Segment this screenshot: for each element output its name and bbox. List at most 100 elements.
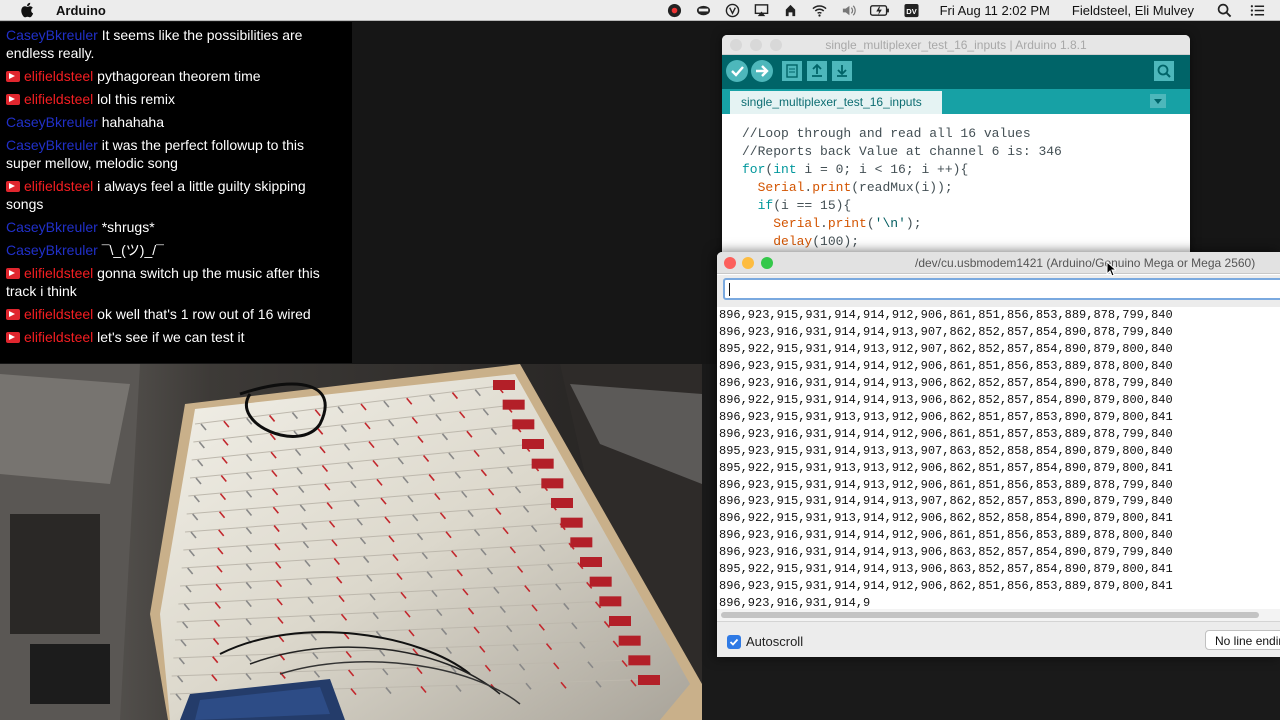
serial-monitor-window[interactable]: /dev/cu.usbmodem1421 (Arduino/Genuino Me… (717, 252, 1280, 657)
multiplexer-board (628, 655, 651, 666)
chat-message: CaseyBkreuler ¯\_(ツ)_/¯ (0, 241, 340, 259)
chat-text: *shrugs* (101, 219, 155, 235)
multiplexer-board (522, 439, 544, 449)
multiplexer-board (580, 557, 602, 567)
text-caret (729, 283, 730, 296)
broadcaster-badge-icon (6, 268, 20, 279)
chat-panel: CaseyBkreuler It seems like the possibil… (0, 22, 352, 363)
serial-line: 895,923,915,931,914,913,913,907,863,852,… (719, 443, 1173, 458)
chat-username[interactable]: elifieldsteel (24, 68, 93, 84)
wifi-icon[interactable] (811, 3, 828, 18)
volume-icon[interactable] (840, 3, 857, 18)
menu-user[interactable]: Fieldsteel, Eli Mulvey (1072, 3, 1194, 18)
ide-toolbar (722, 55, 1190, 89)
display-icon[interactable] (695, 3, 712, 18)
broadcaster-badge-icon (6, 181, 20, 192)
ide-window-title: single_multiplexer_test_16_inputs | Ardu… (825, 38, 1087, 52)
code-line: Serial.print('\n'); (773, 216, 922, 231)
open-icon[interactable] (807, 61, 827, 81)
code-editor[interactable]: //Loop through and read all 16 values //R… (722, 115, 1190, 263)
upload-icon[interactable] (751, 60, 773, 82)
chat-text: ¯\_(ツ)_/¯ (101, 242, 164, 258)
tab-sketch[interactable]: single_multiplexer_test_16_inputs (730, 91, 942, 114)
battery-icon[interactable] (869, 3, 891, 18)
code-line: //Loop through and read all 16 values (742, 126, 1031, 141)
serial-input-field[interactable] (723, 278, 1280, 300)
chat-username[interactable]: CaseyBkreuler (6, 242, 98, 258)
airplay-icon[interactable] (753, 3, 770, 18)
multiplexer-board (512, 419, 535, 430)
line-ending-select[interactable]: No line ending (1205, 630, 1280, 650)
multiplexer-board (599, 596, 622, 607)
ide-tab-bar: single_multiplexer_test_16_inputs (722, 89, 1190, 114)
serial-line: 896,923,916,931,914,914,912,906,861,851,… (719, 426, 1173, 441)
record-icon[interactable] (666, 3, 683, 18)
chat-text: let's see if we can test it (97, 329, 245, 345)
multiplexer-board (541, 478, 564, 489)
chat-message: CaseyBkreuler it was the perfect followu… (0, 136, 340, 172)
menu-clock[interactable]: Fri Aug 11 2:02 PM (940, 3, 1050, 18)
ide-title-bar[interactable]: single_multiplexer_test_16_inputs | Ardu… (722, 35, 1190, 55)
chat-username[interactable]: elifieldsteel (24, 178, 93, 194)
apple-icon[interactable] (20, 2, 34, 18)
broadcaster-badge-icon (6, 332, 20, 343)
vpn-icon[interactable] (724, 3, 741, 18)
minimize-button[interactable] (742, 257, 754, 269)
scrollbar-thumb[interactable] (721, 612, 1259, 618)
serial-monitor-icon[interactable] (1154, 61, 1174, 81)
serial-line: 896,923,916,931,914,9 (719, 596, 871, 609)
list-icon[interactable] (1249, 3, 1266, 18)
code-line: //Reports back Value at channel 6 is: 34… (742, 144, 1062, 159)
serial-line: 895,922,915,931,914,913,912,907,862,852,… (719, 341, 1173, 356)
chat-username[interactable]: CaseyBkreuler (6, 219, 98, 235)
broadcaster-badge-icon (6, 71, 20, 82)
search-icon[interactable] (1216, 3, 1233, 18)
screen: Arduino DV Fri Aug 11 2:02 PM Fieldsteel… (0, 0, 1280, 720)
horizontal-scrollbar[interactable] (717, 609, 1280, 621)
close-button[interactable] (724, 257, 736, 269)
app-menu-name[interactable]: Arduino (56, 3, 106, 18)
broadcaster-badge-icon (6, 309, 20, 320)
dv-icon[interactable]: DV (903, 3, 920, 18)
serial-title-bar[interactable]: /dev/cu.usbmodem1421 (Arduino/Genuino Me… (717, 252, 1280, 274)
puzzle-icon[interactable] (782, 3, 799, 18)
chat-username[interactable]: elifieldsteel (24, 265, 93, 281)
verify-icon[interactable] (726, 60, 748, 82)
arduino-ide-window[interactable]: single_multiplexer_test_16_inputs | Ardu… (722, 35, 1190, 263)
code-line: for(int i = 0; i < 16; i ++){ (742, 162, 969, 177)
serial-line: 896,923,915,931,914,914,913,907,862,852,… (719, 494, 1173, 509)
autoscroll-checkbox[interactable] (727, 635, 741, 649)
chat-message: elifieldsteel pythagorean theorem time (0, 67, 340, 85)
chat-text: pythagorean theorem time (97, 68, 261, 84)
chat-username[interactable]: elifieldsteel (24, 306, 93, 322)
serial-output[interactable]: 896,923,915,931,914,914,912,906,861,851,… (717, 307, 1280, 609)
chat-message: CaseyBkreuler hahahaha (0, 113, 340, 131)
chat-username[interactable]: elifieldsteel (24, 91, 93, 107)
chat-username[interactable]: CaseyBkreuler (6, 137, 98, 153)
autoscroll-label[interactable]: Autoscroll (746, 634, 803, 649)
chat-message: elifieldsteel let's see if we can test i… (0, 328, 340, 346)
chat-username[interactable]: CaseyBkreuler (6, 114, 98, 130)
chat-message: CaseyBkreuler It seems like the possibil… (0, 26, 340, 62)
serial-line: 896,923,915,931,914,914,912,906,861,851,… (719, 308, 1173, 322)
chat-text: lol this remix (97, 91, 175, 107)
serial-line: 896,923,916,931,914,914,913,907,862,852,… (719, 324, 1173, 339)
chat-username[interactable]: CaseyBkreuler (6, 27, 98, 43)
menu-bar: Arduino DV Fri Aug 11 2:02 PM Fieldsteel… (0, 0, 1280, 21)
save-icon[interactable] (832, 61, 852, 81)
chat-message: elifieldsteel lol this remix (0, 90, 340, 108)
chat-username[interactable]: elifieldsteel (24, 329, 93, 345)
tab-menu-icon[interactable] (1150, 94, 1166, 108)
chat-message: elifieldsteel gonna switch up the music … (0, 264, 340, 300)
new-icon[interactable] (782, 61, 802, 81)
code-line: if(i == 15){ (757, 198, 852, 213)
multiplexer-board (551, 498, 573, 508)
multiplexer-board (560, 517, 583, 528)
serial-line: 896,922,915,931,913,914,912,906,862,852,… (719, 511, 1173, 526)
serial-window-title: /dev/cu.usbmodem1421 (Arduino/Genuino Me… (915, 256, 1256, 270)
zoom-button[interactable] (761, 257, 773, 269)
chat-message: elifieldsteel ok well that's 1 row out o… (0, 305, 340, 323)
code-line: delay(100); (773, 234, 860, 249)
multiplexer-board (609, 616, 631, 626)
multiplexer-board (638, 675, 660, 685)
